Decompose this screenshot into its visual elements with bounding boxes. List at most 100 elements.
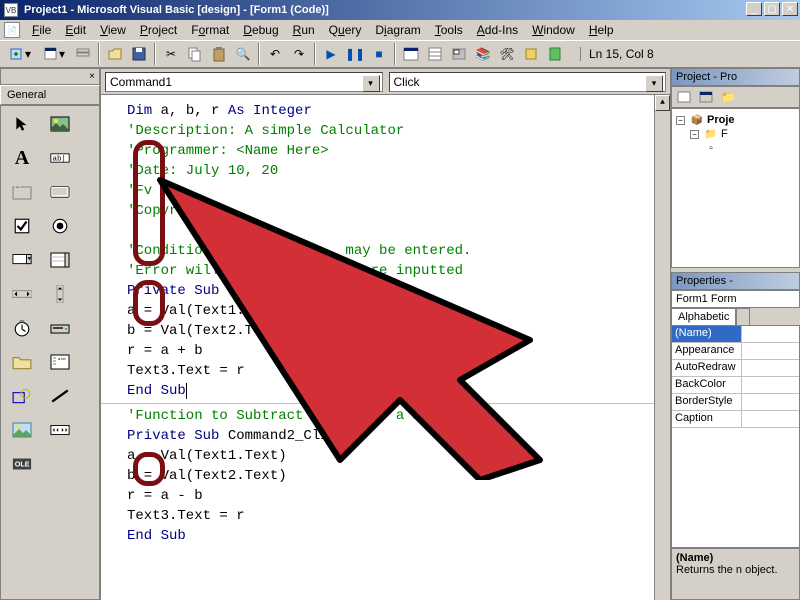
- checkbox-icon[interactable]: [5, 212, 39, 240]
- toggle-folders-button[interactable]: 📁: [718, 88, 738, 106]
- toolbox-button[interactable]: 🛠: [496, 43, 518, 65]
- minimize-button[interactable]: _: [746, 2, 762, 16]
- maximize-button[interactable]: ▢: [764, 2, 780, 16]
- vertical-scrollbar[interactable]: ▲: [654, 95, 670, 600]
- toolbox-close-icon[interactable]: ×: [89, 71, 95, 82]
- properties-object-combo[interactable]: Form1 Form: [671, 290, 800, 308]
- form-layout-button[interactable]: [448, 43, 470, 65]
- add-form-button[interactable]: ▾: [38, 43, 70, 65]
- break-button[interactable]: ❚❚: [344, 43, 366, 65]
- ole-icon[interactable]: OLE: [5, 450, 39, 478]
- hscrollbar-icon[interactable]: [5, 280, 39, 308]
- form-icon: ▫: [704, 142, 718, 154]
- menu-edit[interactable]: Edit: [59, 21, 92, 39]
- toolbox-grid: A ab| xv a.txt OLE: [0, 105, 100, 600]
- textbox-icon[interactable]: ab|: [43, 144, 77, 172]
- menubar: 📄 File Edit View Project Format Debug Ru…: [0, 20, 800, 40]
- code-area[interactable]: Dim a, b, r As Integer 'Description: A s…: [101, 95, 670, 600]
- filelistbox-icon[interactable]: a.txt: [43, 348, 77, 376]
- image-icon[interactable]: [5, 416, 39, 444]
- component-button[interactable]: [520, 43, 542, 65]
- tree-form-item[interactable]: ▫: [676, 141, 795, 155]
- dirlistbox-icon[interactable]: [5, 348, 39, 376]
- window-title: Project1 - Microsoft Visual Basic [desig…: [24, 4, 329, 16]
- menu-help[interactable]: Help: [583, 21, 620, 39]
- listbox-icon[interactable]: [43, 246, 77, 274]
- shape-icon[interactable]: [5, 382, 39, 410]
- project-tree[interactable]: − 📦 Proje − 📁 F ▫: [671, 108, 800, 268]
- workspace: × General A ab| xv a.txt OLE: [0, 68, 800, 600]
- menu-query[interactable]: Query: [323, 21, 368, 39]
- properties-grid[interactable]: (Name) Appearance AutoRedraw BackColor B…: [671, 325, 800, 548]
- redo-button[interactable]: ↷: [288, 43, 310, 65]
- object-combo[interactable]: Command1: [105, 72, 383, 92]
- find-button[interactable]: 🔍: [232, 43, 254, 65]
- paste-button[interactable]: [208, 43, 230, 65]
- commandbutton-icon[interactable]: [43, 178, 77, 206]
- menu-file[interactable]: File: [26, 21, 57, 39]
- view-code-button[interactable]: [674, 88, 694, 106]
- project-explorer-label: Project - Pro: [676, 71, 737, 83]
- line-icon[interactable]: [43, 382, 77, 410]
- tree-project-root[interactable]: − 📦 Proje: [676, 113, 795, 127]
- procedure-combo[interactable]: Click: [389, 72, 667, 92]
- frame-icon[interactable]: xv: [5, 178, 39, 206]
- tab-alphabetic[interactable]: Alphabetic: [671, 308, 736, 325]
- mdi-icon[interactable]: 📄: [4, 22, 20, 38]
- toolbox-panel: × General A ab| xv a.txt OLE: [0, 68, 100, 600]
- svg-text:a.txt: a.txt: [58, 356, 66, 361]
- expand-icon[interactable]: −: [690, 130, 699, 139]
- properties-tabs: Alphabetic: [671, 308, 800, 325]
- menu-project[interactable]: Project: [134, 21, 183, 39]
- menu-format[interactable]: Format: [185, 21, 235, 39]
- pointer-icon[interactable]: [5, 110, 39, 138]
- drivelistbox-icon[interactable]: [43, 314, 77, 342]
- label-icon[interactable]: A: [5, 144, 39, 172]
- combobox-icon[interactable]: [5, 246, 39, 274]
- view-object-button[interactable]: [696, 88, 716, 106]
- menu-editor-button[interactable]: [72, 43, 94, 65]
- stop-button[interactable]: ■: [368, 43, 390, 65]
- prop-row-borderstyle[interactable]: BorderStyle: [672, 394, 799, 411]
- timer-icon[interactable]: [5, 314, 39, 342]
- project-explorer-button[interactable]: [400, 43, 422, 65]
- expand-icon[interactable]: −: [676, 116, 685, 125]
- menu-view[interactable]: View: [94, 21, 132, 39]
- add-project-button[interactable]: ▾: [4, 43, 36, 65]
- right-dock: Project - Pro 📁 − 📦 Proje − 📁 F ▫: [670, 68, 800, 600]
- project-icon: 📦: [690, 114, 704, 126]
- vscrollbar-icon[interactable]: [43, 280, 77, 308]
- titlebar: VB Project1 - Microsoft Visual Basic [de…: [0, 0, 800, 20]
- menu-run[interactable]: Run: [287, 21, 321, 39]
- close-button[interactable]: ✕: [782, 2, 798, 16]
- project-explorer-title: Project - Pro: [671, 68, 800, 86]
- menu-window[interactable]: Window: [526, 21, 581, 39]
- scroll-up-icon[interactable]: ▲: [655, 95, 670, 111]
- open-button[interactable]: [104, 43, 126, 65]
- undo-button[interactable]: ↶: [264, 43, 286, 65]
- tree-forms-folder[interactable]: − 📁 F: [676, 127, 795, 141]
- object-browser-button[interactable]: 📚: [472, 43, 494, 65]
- copy-button[interactable]: [184, 43, 206, 65]
- menu-tools[interactable]: Tools: [429, 21, 469, 39]
- toolbox-tab-general[interactable]: General: [0, 85, 100, 105]
- properties-button[interactable]: [424, 43, 446, 65]
- toolbox-header: ×: [0, 68, 100, 85]
- references-button[interactable]: [544, 43, 566, 65]
- menu-diagram[interactable]: Diagram: [369, 21, 426, 39]
- prop-row-name[interactable]: (Name): [672, 326, 799, 343]
- optionbutton-icon[interactable]: [43, 212, 77, 240]
- menu-debug[interactable]: Debug: [237, 21, 284, 39]
- menu-addins[interactable]: Add-Ins: [471, 21, 524, 39]
- cut-button[interactable]: ✂: [160, 43, 182, 65]
- picturebox-icon[interactable]: [43, 110, 77, 138]
- prop-row-backcolor[interactable]: BackColor: [672, 377, 799, 394]
- prop-row-appearance[interactable]: Appearance: [672, 343, 799, 360]
- save-button[interactable]: [128, 43, 150, 65]
- tab-categorized[interactable]: [736, 308, 750, 325]
- data-icon[interactable]: [43, 416, 77, 444]
- prop-row-caption[interactable]: Caption: [672, 411, 799, 428]
- property-description: (Name) Returns the n object.: [671, 548, 800, 600]
- prop-row-autoredraw[interactable]: AutoRedraw: [672, 360, 799, 377]
- run-button[interactable]: ▶: [320, 43, 342, 65]
